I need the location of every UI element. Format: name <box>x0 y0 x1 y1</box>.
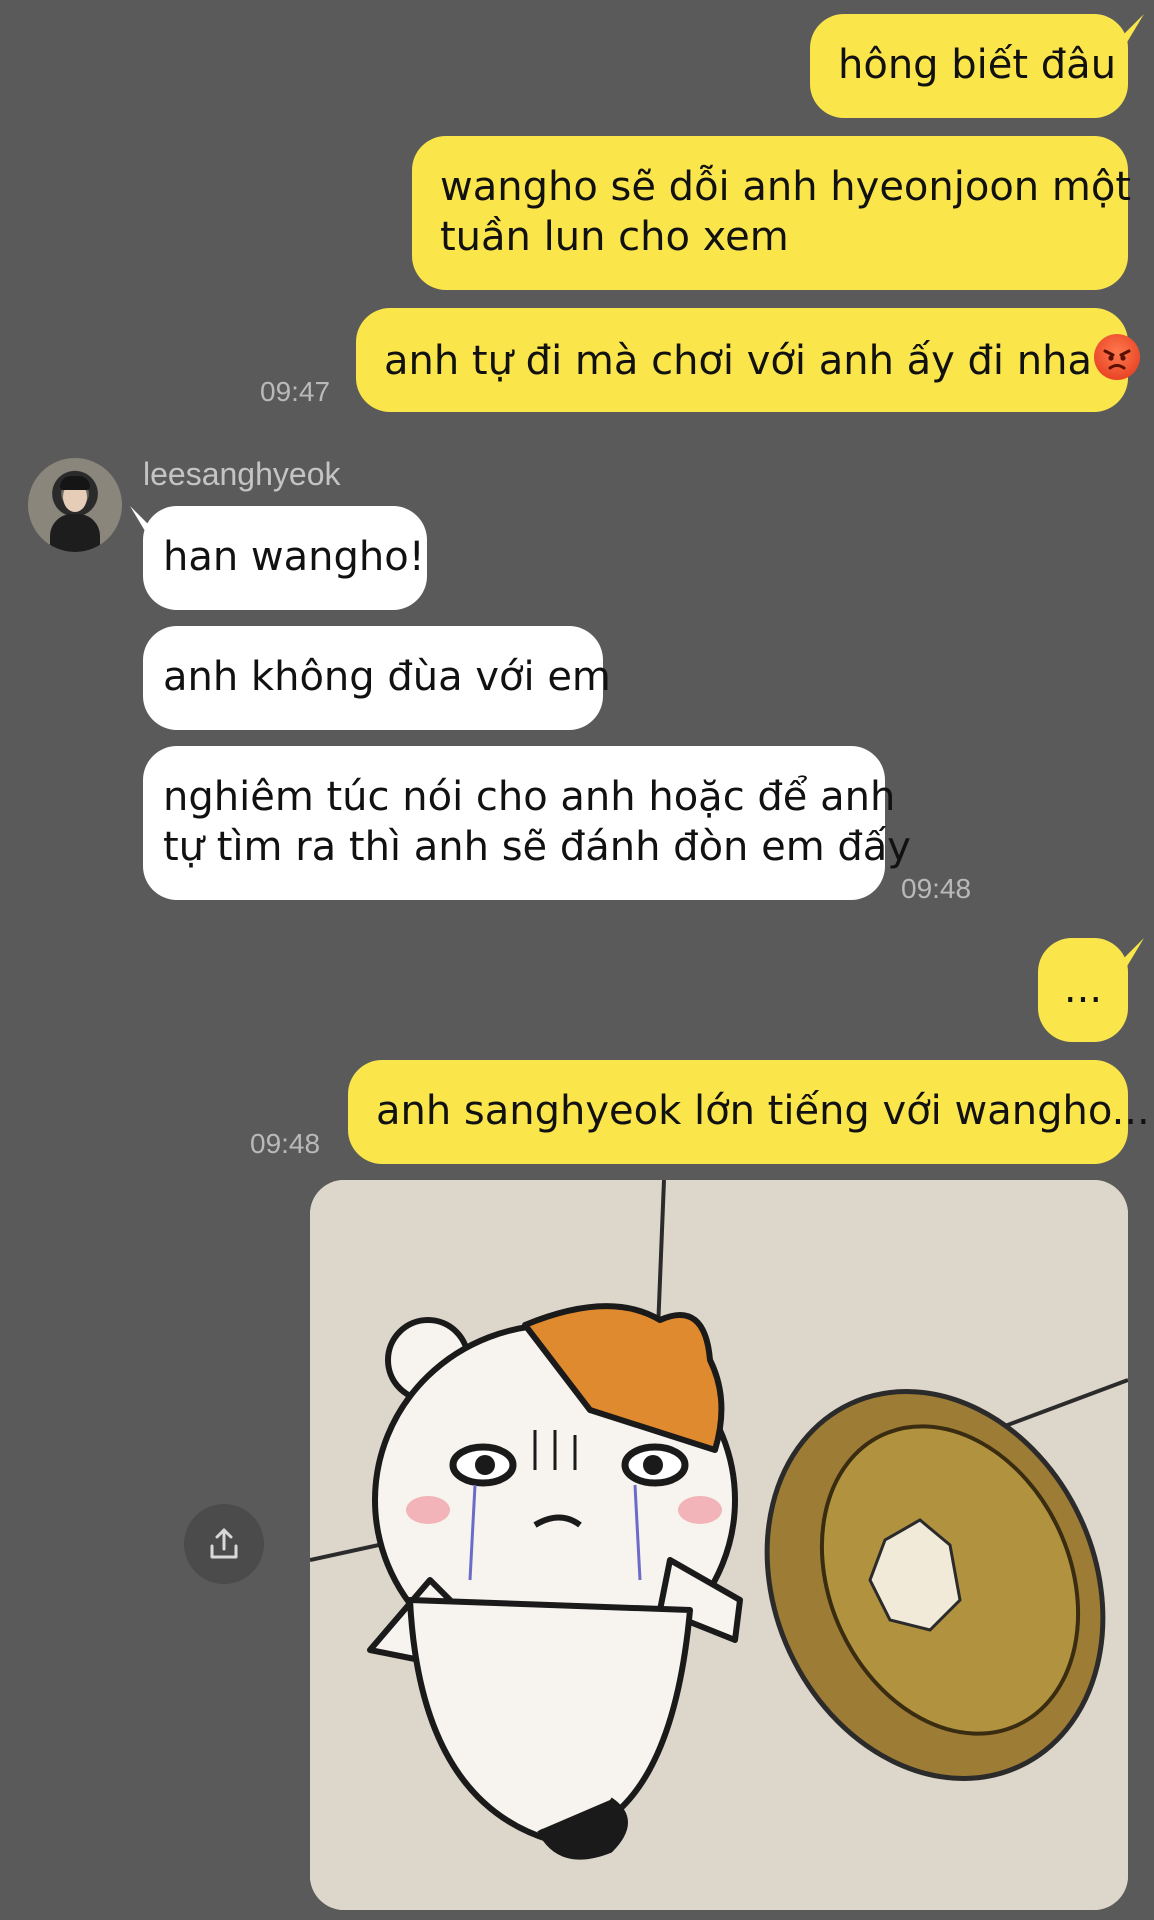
angry-face-emoji-icon <box>1093 334 1140 380</box>
timestamp: 09:47 <box>260 376 331 407</box>
their-message-bubble[interactable]: nghiêm túc nói cho anh hoặc để anh tự tì… <box>143 746 911 900</box>
message-text: anh không đùa với em <box>163 654 611 700</box>
avatar[interactable] <box>28 458 122 552</box>
chat-view: hông biết đâu wangho sẽ dỗi anh hyeonjoo… <box>0 0 1154 1920</box>
message-text: han wangho! <box>163 534 425 580</box>
avatar-suit <box>50 514 100 552</box>
message-text: wangho sẽ dỗi anh hyeonjoon một <box>440 164 1131 210</box>
message-text: ... <box>1063 966 1103 1012</box>
their-message-bubble[interactable]: han wangho! <box>143 506 427 610</box>
my-message-bubble[interactable]: anh tự đi mà chơi với anh ấy đi nha <box>356 308 1140 412</box>
their-message-bubble[interactable]: anh không đùa với em <box>143 626 611 730</box>
my-message-bubble[interactable]: ... <box>1038 938 1128 1042</box>
message-text: anh sanghyeok lớn tiếng với wangho... <box>376 1088 1150 1134</box>
sticker-image <box>310 1180 1128 1910</box>
message-text: tự tìm ra thì anh sẽ đánh đòn em đấy <box>163 824 911 870</box>
my-message-bubble[interactable]: hông biết đâu <box>810 14 1128 118</box>
timestamp: 09:48 <box>250 1128 321 1159</box>
crying-hamster-sticker[interactable] <box>310 1180 1128 1910</box>
share-icon <box>210 1528 238 1559</box>
message-text: tuần lun cho xem <box>440 214 789 260</box>
message-text: nghiêm túc nói cho anh hoặc để anh <box>163 774 896 820</box>
my-message-bubble[interactable]: anh sanghyeok lớn tiếng với wangho... <box>348 1060 1150 1164</box>
message-text: anh tự đi mà chơi với anh ấy đi nha <box>384 338 1092 384</box>
share-button[interactable] <box>184 1504 264 1584</box>
sender-name: leesanghyeok <box>143 456 341 492</box>
message-text: hông biết đâu <box>838 42 1117 88</box>
my-message-bubble[interactable]: wangho sẽ dỗi anh hyeonjoon một tuần lun… <box>412 136 1131 290</box>
avatar-hair <box>60 476 90 490</box>
timestamp: 09:48 <box>901 873 972 904</box>
